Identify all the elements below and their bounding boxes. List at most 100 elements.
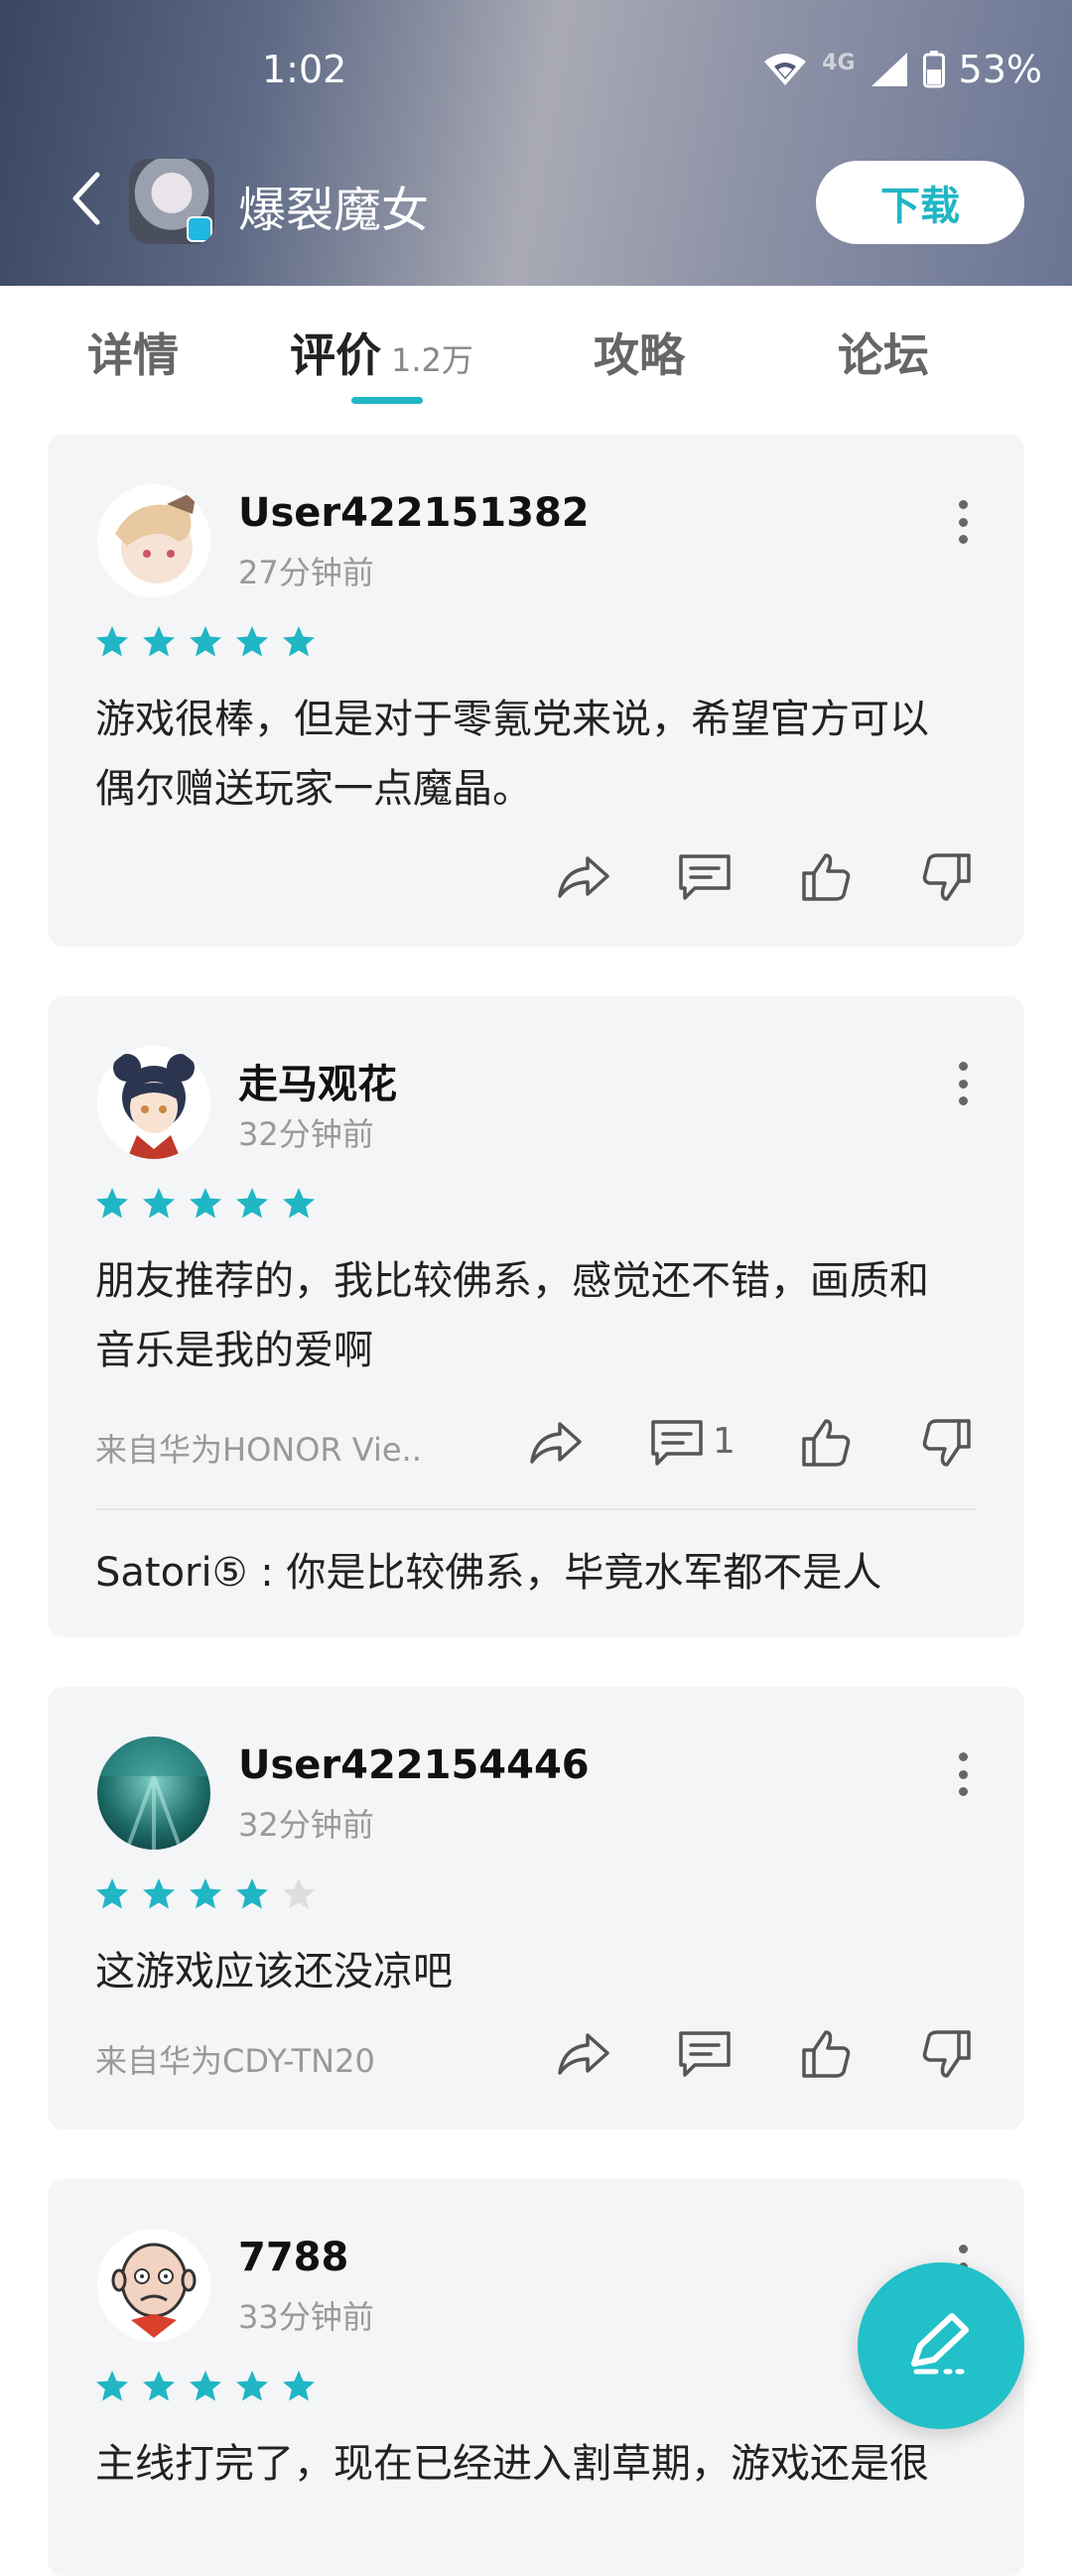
more-options-button[interactable] [951,500,975,544]
thumbs-down-icon [921,2028,973,2084]
status-icons: 4G 53% [762,48,1042,91]
like-button[interactable] [796,2026,856,2086]
share-button[interactable] [526,1415,586,1475]
like-button[interactable] [796,1415,856,1475]
battery-icon [922,51,945,88]
thumbs-up-icon [800,1417,852,1473]
tab-reviews[interactable]: 评价 1.2万 [290,320,473,385]
more-options-button[interactable] [951,1062,975,1105]
thumbs-down-icon [921,1417,973,1473]
comment-icon [649,1418,705,1472]
app-title: 爆裂魔女 [238,183,430,238]
star-filled-icon [189,2370,222,2403]
device-source: 来自华为HONOR Vie... [95,1431,423,1469]
dislike-button[interactable] [917,1415,977,1475]
active-tab-indicator [351,397,423,404]
share-button[interactable] [554,2026,613,2086]
review-text-line: 偶尔赠送玩家一点魔晶。 [95,766,532,812]
star-filled-icon [235,2370,269,2403]
star-filled-icon [95,2370,129,2403]
avatar[interactable] [97,1737,210,1850]
review-time: 27分钟前 [238,554,374,591]
dislike-button[interactable] [917,849,977,909]
review-username[interactable]: 走马观花 [238,1052,397,1109]
comment-button[interactable] [647,1415,707,1475]
network-type: 4G [822,50,856,75]
avatar[interactable] [97,1046,210,1159]
comment-icon [677,852,733,906]
review-actions: 来自华为HONOR Vie... 1 [48,1415,1024,1475]
pen-icon [906,2312,976,2380]
review-username[interactable]: User422151382 [238,490,590,536]
review-text-line: 这游戏应该还没凉吧 [95,1949,453,1995]
comment-button[interactable] [675,2026,735,2086]
thumbs-up-icon [800,2028,852,2084]
review-time: 32分钟前 [238,1115,374,1153]
more-options-button[interactable] [951,1752,975,1796]
review-text-line: 音乐是我的爱啊 [95,1328,373,1373]
review-text: 主线打完了，现在已经进入割草期，游戏还是很 [95,2429,989,2499]
app-icon [129,159,214,244]
divider [95,1508,977,1510]
device-source: 来自华为CDY-TN20 [95,2042,375,2080]
share-icon [556,852,611,906]
back-button[interactable] [62,171,111,230]
like-button[interactable] [796,849,856,909]
star-filled-icon [189,625,222,659]
review-text: 这游戏应该还没凉吧 [95,1937,989,2006]
review-text-line: 主线打完了，现在已经进入割草期，游戏还是很 [95,2441,929,2487]
review-text-line: 朋友推荐的，我比较佛系，感觉还不错，画质和 [95,1258,929,1304]
review-time: 33分钟前 [238,2298,374,2336]
avatar[interactable] [97,2229,210,2342]
wifi-icon [762,52,808,87]
signal-icon [870,51,909,88]
tab-bar: 详情 评价 1.2万 攻略 论坛 [0,286,1072,415]
tab-guides-label: 攻略 [594,328,685,382]
thumbs-up-icon [800,851,852,907]
review-username[interactable]: User422154446 [238,1742,590,1788]
rating-stars [95,1877,316,1911]
star-filled-icon [235,1187,269,1221]
star-filled-icon [235,1877,269,1911]
review-username[interactable]: 7788 [238,2235,348,2280]
rating-stars [95,2370,316,2403]
star-filled-icon [142,1877,176,1911]
review-count: 1.2万 [391,341,473,379]
share-icon [556,2029,611,2083]
review-card: User422154446 32分钟前 这游戏应该还没凉吧 来自华为CDY-TN… [48,1687,1024,2129]
review-actions [48,849,1024,909]
rating-stars [95,625,316,659]
avatar[interactable] [97,484,210,597]
star-filled-icon [142,2370,176,2403]
star-filled-icon [95,625,129,659]
star-filled-icon [282,625,316,659]
star-filled-icon [95,1187,129,1221]
share-button[interactable] [554,849,613,909]
tab-details[interactable]: 详情 [87,320,179,385]
tab-details-label: 详情 [87,328,179,382]
tab-forum[interactable]: 论坛 [838,320,929,385]
review-card: 走马观花 32分钟前 朋友推荐的，我比较佛系，感觉还不错，画质和 音乐是我的爱啊… [48,996,1024,1637]
chevron-left-icon [71,171,101,230]
write-review-button[interactable] [858,2262,1024,2429]
star-filled-icon [235,625,269,659]
review-text: 游戏很棒，但是对于零氪党来说，希望官方可以 偶尔赠送玩家一点魔晶。 [95,685,989,824]
download-button[interactable]: 下载 [816,161,1024,244]
reply-preview[interactable]: Satori⑤ : 你是比较佛系，毕竟水军都不是人 [95,1540,881,1598]
star-filled-icon [142,1187,176,1221]
tab-reviews-label: 评价 [290,328,381,382]
dislike-button[interactable] [917,2026,977,2086]
star-filled-icon [189,1877,222,1911]
tab-forum-label: 论坛 [838,328,929,382]
star-filled-icon [282,1187,316,1221]
review-text-line: 游戏很棒，但是对于零氪党来说，希望官方可以 [95,697,929,742]
star-empty-icon [282,1877,316,1911]
comment-button[interactable] [675,849,735,909]
comment-icon [677,2029,733,2083]
review-text: 朋友推荐的，我比较佛系，感觉还不错，画质和 音乐是我的爱啊 [95,1246,989,1385]
platform-badge-icon [187,216,212,242]
rating-stars [95,1187,316,1221]
tab-guides[interactable]: 攻略 [594,320,685,385]
status-time: 1:02 [262,48,347,91]
star-filled-icon [282,2370,316,2403]
